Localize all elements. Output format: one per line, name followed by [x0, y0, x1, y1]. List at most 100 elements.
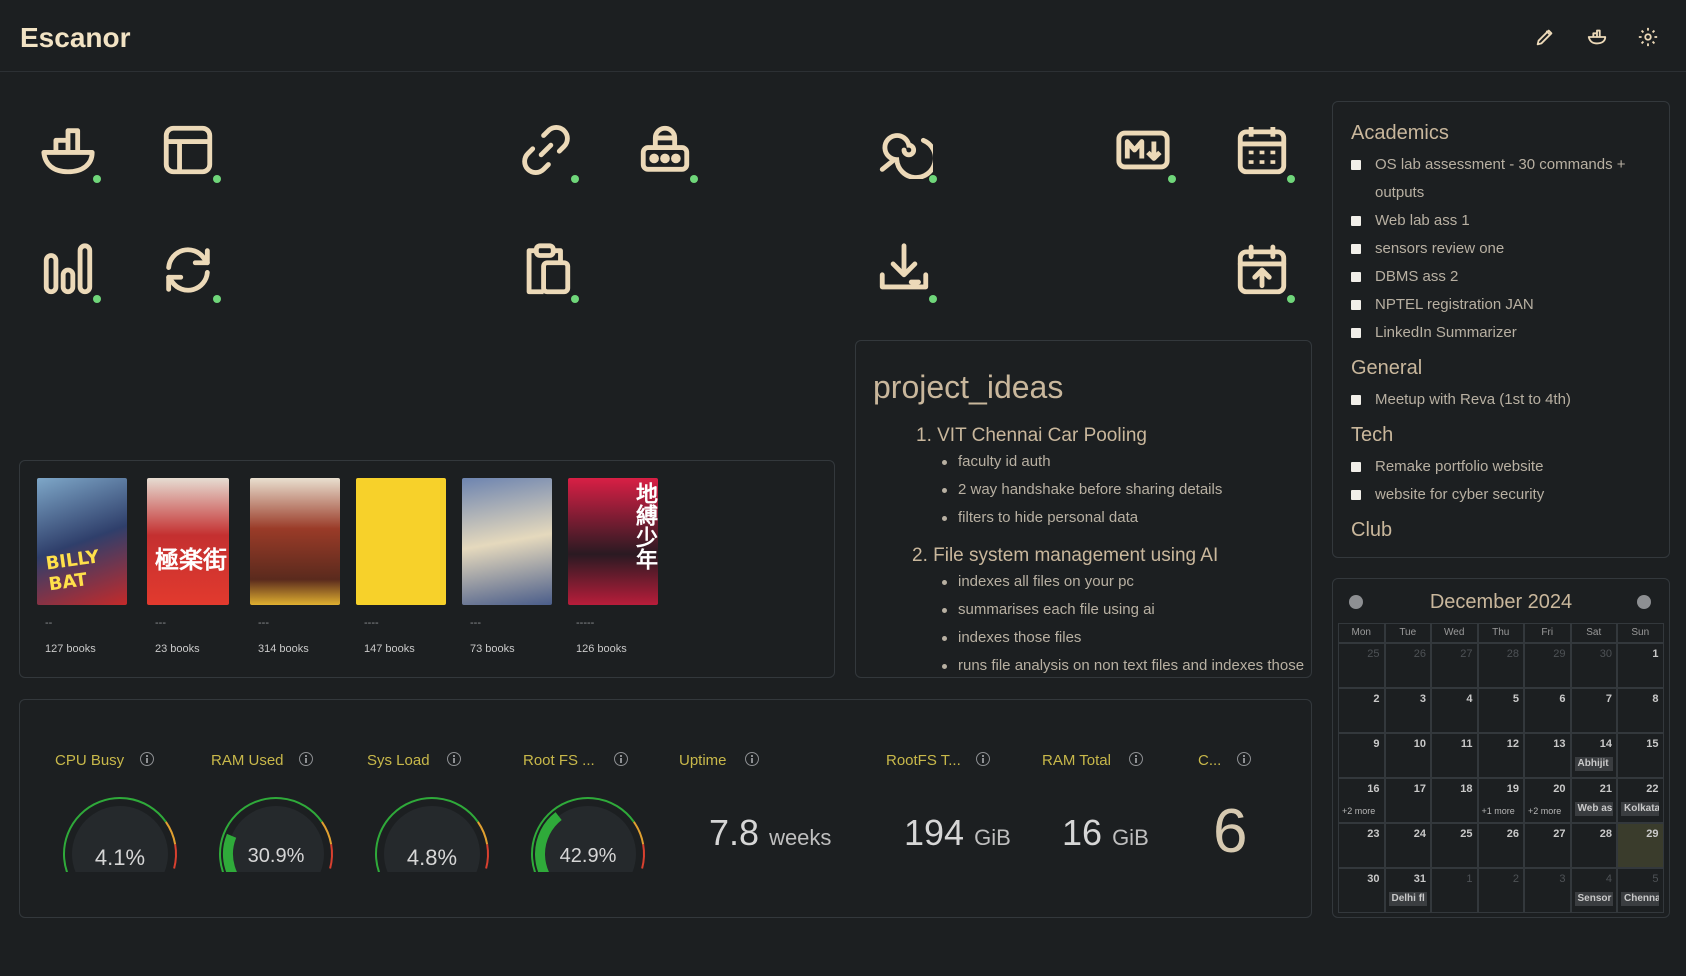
- naruto-app-icon[interactable]: [869, 115, 939, 185]
- info-icon[interactable]: [745, 752, 759, 766]
- calendar-day[interactable]: 3: [1384, 688, 1431, 733]
- calendar-day[interactable]: 13: [1524, 733, 1571, 778]
- calendar-upload-app-icon[interactable]: [1227, 235, 1297, 305]
- todo-item[interactable]: Meetup with Reva (1st to 4th): [1351, 386, 1669, 414]
- calendar-day[interactable]: 8: [1617, 688, 1664, 733]
- sync-app-icon[interactable]: [153, 235, 223, 305]
- calendar-day[interactable]: 27: [1431, 643, 1478, 688]
- calendar-day[interactable]: 17: [1384, 778, 1431, 823]
- calendar-day-today[interactable]: 29: [1617, 823, 1664, 868]
- markdown-app-icon[interactable]: [1108, 115, 1178, 185]
- calendar-event[interactable]: Delhi fl: [1388, 892, 1427, 906]
- clipboard-app-icon[interactable]: [511, 235, 581, 305]
- calendar-day[interactable]: 26: [1384, 643, 1431, 688]
- book-card[interactable]: BILLY BAT -- 127 books: [37, 478, 127, 655]
- calendar-day[interactable]: 7: [1570, 688, 1617, 733]
- book-cover[interactable]: BILLY BAT: [37, 478, 127, 605]
- book-card[interactable]: --- 314 books: [250, 478, 340, 655]
- book-cover[interactable]: [356, 478, 446, 605]
- todo-item[interactable]: sensors review one: [1351, 235, 1669, 263]
- calendar-day[interactable]: 21 Web as: [1570, 778, 1617, 823]
- book-cover[interactable]: [250, 478, 340, 605]
- server-app-icon[interactable]: [630, 115, 700, 185]
- book-card[interactable]: ---- 147 books: [356, 478, 446, 655]
- book-cover[interactable]: 地縛少年: [568, 478, 658, 605]
- book-card[interactable]: 地縛少年 ----- 126 books: [568, 478, 658, 655]
- calendar-event[interactable]: Kolkata: [1621, 802, 1659, 816]
- calendar-day[interactable]: 25: [1338, 643, 1385, 688]
- weekday-label: Wed: [1431, 623, 1478, 643]
- calendar-day[interactable]: 15: [1617, 733, 1664, 778]
- calendar-day[interactable]: 27: [1524, 823, 1571, 868]
- more-events-link[interactable]: +2 more: [1528, 806, 1561, 816]
- day-number: 30: [1599, 648, 1612, 660]
- todo-item[interactable]: Remake portfolio website: [1351, 453, 1669, 481]
- calendar-day[interactable]: 18: [1431, 778, 1478, 823]
- info-icon[interactable]: [299, 752, 313, 766]
- calendar-day[interactable]: 11: [1431, 733, 1478, 778]
- todo-item[interactable]: Web lab ass 1: [1351, 207, 1669, 235]
- calendar-day[interactable]: 12: [1477, 733, 1524, 778]
- edit-icon[interactable]: [1534, 26, 1556, 48]
- more-events-link[interactable]: +1 more: [1482, 806, 1515, 816]
- calendar-day[interactable]: 30: [1570, 643, 1617, 688]
- calendar-day[interactable]: 30: [1338, 868, 1385, 913]
- docker-icon[interactable]: [1586, 26, 1608, 48]
- calendar-day[interactable]: 23: [1338, 823, 1385, 868]
- calendar-app-icon[interactable]: [1227, 115, 1297, 185]
- calendar-day[interactable]: 26: [1477, 823, 1524, 868]
- calendar-day[interactable]: 4 Sensor: [1570, 868, 1617, 913]
- calendar-day[interactable]: 28: [1570, 823, 1617, 868]
- calendar-day[interactable]: 3: [1524, 868, 1571, 913]
- info-icon[interactable]: [140, 752, 154, 766]
- calendar-day[interactable]: 6: [1524, 688, 1571, 733]
- day-number: 20: [1553, 783, 1566, 795]
- calendar-day[interactable]: 4: [1431, 688, 1478, 733]
- link-app-icon[interactable]: [511, 115, 581, 185]
- layout-app-icon[interactable]: [153, 115, 223, 185]
- info-icon[interactable]: [1237, 752, 1251, 766]
- info-icon[interactable]: [1129, 752, 1143, 766]
- project-ideas-panel: project_ideas 1. VIT Chennai Car Pooling…: [855, 340, 1312, 678]
- book-card[interactable]: --- 73 books: [462, 478, 552, 655]
- calendar-day[interactable]: 1: [1431, 868, 1478, 913]
- next-month-button[interactable]: [1637, 595, 1651, 609]
- calendar-day[interactable]: 19 +1 more: [1477, 778, 1524, 823]
- calendar-day[interactable]: 29: [1524, 643, 1571, 688]
- calendar-day[interactable]: 5 Chenna: [1617, 868, 1664, 913]
- calendar-day[interactable]: 14 Abhijit: [1570, 733, 1617, 778]
- calendar-day[interactable]: 1: [1617, 643, 1664, 688]
- calendar-day[interactable]: 25: [1431, 823, 1478, 868]
- calendar-event[interactable]: Web as: [1574, 802, 1613, 816]
- todo-item[interactable]: NPTEL registration JAN: [1351, 291, 1669, 319]
- info-icon[interactable]: [976, 752, 990, 766]
- info-icon[interactable]: [447, 752, 461, 766]
- calendar-day[interactable]: 22 Kolkata: [1617, 778, 1664, 823]
- calendar-day[interactable]: 31 Delhi fl: [1384, 868, 1431, 913]
- book-cover[interactable]: 極楽街: [147, 478, 229, 605]
- book-card[interactable]: 極楽街 --- 23 books: [147, 478, 229, 655]
- calendar-day[interactable]: 20 +2 more: [1524, 778, 1571, 823]
- download-app-icon[interactable]: [869, 235, 939, 305]
- more-events-link[interactable]: +2 more: [1342, 806, 1375, 816]
- todo-item[interactable]: DBMS ass 2: [1351, 263, 1669, 291]
- settings-icon[interactable]: [1637, 26, 1659, 48]
- stats-app-icon[interactable]: [33, 235, 103, 305]
- calendar-day[interactable]: 28: [1477, 643, 1524, 688]
- calendar-day[interactable]: 5: [1477, 688, 1524, 733]
- calendar-day[interactable]: 2: [1338, 688, 1385, 733]
- calendar-day[interactable]: 24: [1384, 823, 1431, 868]
- calendar-event[interactable]: Chenna: [1621, 892, 1659, 906]
- calendar-day[interactable]: 2: [1477, 868, 1524, 913]
- docker-app-icon[interactable]: [33, 115, 103, 185]
- calendar-event[interactable]: Sensor: [1574, 892, 1613, 906]
- todo-item[interactable]: LinkedIn Summarizer: [1351, 319, 1669, 347]
- calendar-day[interactable]: 9: [1338, 733, 1385, 778]
- todo-item[interactable]: website for cyber security: [1351, 481, 1669, 509]
- todo-item[interactable]: OS lab assessment - 30 commands + output…: [1351, 151, 1631, 207]
- info-icon[interactable]: [614, 752, 628, 766]
- calendar-day[interactable]: 10: [1384, 733, 1431, 778]
- book-cover[interactable]: [462, 478, 552, 605]
- calendar-day[interactable]: 16 +2 more: [1338, 778, 1385, 823]
- calendar-event[interactable]: Abhijit: [1574, 757, 1613, 771]
